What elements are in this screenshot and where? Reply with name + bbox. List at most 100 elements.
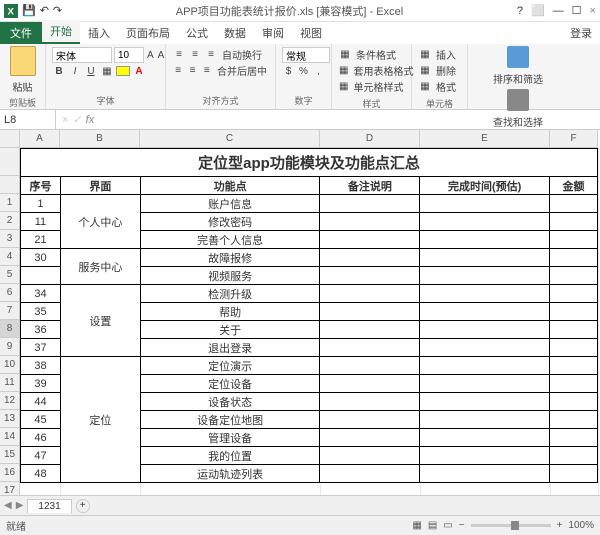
row-header[interactable]: 6 — [0, 284, 19, 302]
sort-icon[interactable] — [507, 46, 529, 68]
fx-icon[interactable]: fx — [86, 114, 95, 126]
tab-data[interactable]: 数据 — [216, 22, 254, 44]
close-icon[interactable]: × — [590, 5, 596, 17]
align-left-icon[interactable]: ≡ — [172, 64, 184, 78]
zoom-slider[interactable] — [471, 524, 551, 527]
format-button[interactable]: 格式 — [434, 79, 458, 94]
bold-button[interactable]: B — [52, 64, 66, 78]
row-header[interactable] — [0, 148, 19, 176]
cell-style-button[interactable]: 单元格样式 — [351, 79, 405, 94]
currency-icon[interactable]: $ — [282, 64, 295, 78]
row-header[interactable]: 3 — [0, 230, 19, 248]
number-format-select[interactable] — [282, 47, 330, 63]
row-header[interactable]: 16 — [0, 464, 19, 482]
row-header[interactable]: 1 — [0, 194, 19, 212]
col-header[interactable]: C — [140, 130, 320, 147]
col-header[interactable]: D — [320, 130, 420, 147]
col-header[interactable]: A — [20, 130, 60, 147]
row-header[interactable]: 5 — [0, 266, 19, 284]
tab-view[interactable]: 视图 — [292, 22, 330, 44]
col-header[interactable]: B — [60, 130, 140, 147]
enter-icon[interactable]: ✓ — [72, 113, 81, 126]
paste-icon[interactable] — [10, 46, 36, 76]
cond-format-button[interactable]: 条件格式 — [354, 47, 398, 62]
row-header[interactable]: 8 — [0, 320, 19, 338]
ribbon-options-icon[interactable]: ⬜ — [531, 4, 545, 17]
delete-button[interactable]: 删除 — [434, 63, 458, 78]
select-all-corner[interactable] — [0, 130, 20, 148]
row-header[interactable]: 11 — [0, 374, 19, 392]
delete-icon[interactable]: ▦ — [418, 64, 432, 78]
merge-button[interactable]: 合并后居中 — [215, 63, 269, 78]
sheet-nav-next-icon[interactable]: ▶ — [16, 500, 24, 511]
qat-undo-icon[interactable]: ↶ — [40, 4, 49, 17]
tab-home[interactable]: 开始 — [42, 20, 80, 44]
align-top-icon[interactable]: ≡ — [172, 48, 186, 62]
row-header[interactable]: 7 — [0, 302, 19, 320]
percent-icon[interactable]: % — [297, 64, 310, 78]
align-right-icon[interactable]: ≡ — [201, 64, 213, 78]
row-headers[interactable]: 123456789101112131415161718 — [0, 148, 20, 495]
align-mid-icon[interactable]: ≡ — [188, 48, 202, 62]
increase-font-icon[interactable]: A — [146, 48, 155, 62]
font-name-select[interactable] — [52, 47, 112, 63]
row-header[interactable]: 4 — [0, 248, 19, 266]
new-sheet-icon[interactable]: + — [76, 499, 90, 513]
login-link[interactable]: 登录 — [562, 22, 600, 44]
cell-style-icon[interactable]: ▦ — [338, 80, 349, 94]
zoom-out-icon[interactable]: − — [459, 520, 465, 531]
underline-button[interactable]: U — [84, 64, 98, 78]
row-header[interactable]: 14 — [0, 428, 19, 446]
row-header[interactable]: 17 — [0, 482, 19, 495]
fill-color-icon[interactable] — [116, 66, 130, 76]
font-size-select[interactable] — [114, 47, 144, 63]
border-icon[interactable]: ▦ — [100, 64, 114, 78]
insert-icon[interactable]: ▦ — [418, 48, 432, 62]
font-color-icon[interactable]: A — [132, 64, 146, 78]
tab-formula[interactable]: 公式 — [178, 22, 216, 44]
zoom-level[interactable]: 100% — [568, 520, 594, 531]
column-headers[interactable]: ABCDEF — [20, 130, 598, 148]
comma-icon[interactable]: , — [312, 64, 325, 78]
minimize-icon[interactable]: — — [553, 5, 564, 17]
align-bot-icon[interactable]: ≡ — [204, 48, 218, 62]
format-icon[interactable]: ▦ — [418, 80, 432, 94]
italic-button[interactable]: I — [68, 64, 82, 78]
row-header[interactable]: 10 — [0, 356, 19, 374]
maximize-icon[interactable]: ☐ — [572, 4, 582, 17]
view-normal-icon[interactable]: ▦ — [412, 520, 421, 531]
row-header[interactable] — [0, 176, 19, 194]
insert-button[interactable]: 插入 — [434, 47, 458, 62]
sheet-nav-prev-icon[interactable]: ◀ — [4, 500, 12, 511]
tab-insert[interactable]: 插入 — [80, 22, 118, 44]
paste-button[interactable]: 粘贴 — [11, 79, 35, 94]
zoom-in-icon[interactable]: + — [557, 520, 563, 531]
table-format-icon[interactable]: ▦ — [338, 64, 349, 78]
decrease-font-icon[interactable]: A — [157, 48, 166, 62]
grid[interactable]: ABCDEF 123456789101112131415161718 定位型ap… — [0, 130, 600, 495]
row-header[interactable]: 13 — [0, 410, 19, 428]
find-button[interactable]: 查找和选择 — [491, 114, 545, 129]
file-tab[interactable]: 文件 — [0, 22, 42, 44]
tab-review[interactable]: 审阅 — [254, 22, 292, 44]
row-header[interactable]: 2 — [0, 212, 19, 230]
help-icon[interactable]: ? — [517, 5, 523, 17]
row-header[interactable]: 12 — [0, 392, 19, 410]
row-header[interactable]: 15 — [0, 446, 19, 464]
sort-button[interactable]: 排序和筛选 — [491, 71, 545, 86]
col-header[interactable]: E — [420, 130, 550, 147]
col-header[interactable]: F — [550, 130, 598, 147]
view-break-icon[interactable]: ▭ — [443, 520, 452, 531]
name-box[interactable]: L8 — [0, 110, 56, 129]
cond-format-icon[interactable]: ▦ — [338, 48, 352, 62]
cancel-icon[interactable]: × — [62, 114, 68, 126]
tab-layout[interactable]: 页面布局 — [118, 22, 178, 44]
view-layout-icon[interactable]: ▤ — [428, 520, 437, 531]
qat-redo-icon[interactable]: ↷ — [53, 4, 62, 17]
find-icon[interactable] — [507, 89, 529, 111]
qat-save-icon[interactable]: 💾 — [22, 4, 36, 17]
row-header[interactable]: 9 — [0, 338, 19, 356]
align-center-icon[interactable]: ≡ — [186, 64, 198, 78]
table-format-button[interactable]: 套用表格格式 — [351, 63, 415, 78]
wrap-text-button[interactable]: 自动换行 — [220, 47, 264, 62]
